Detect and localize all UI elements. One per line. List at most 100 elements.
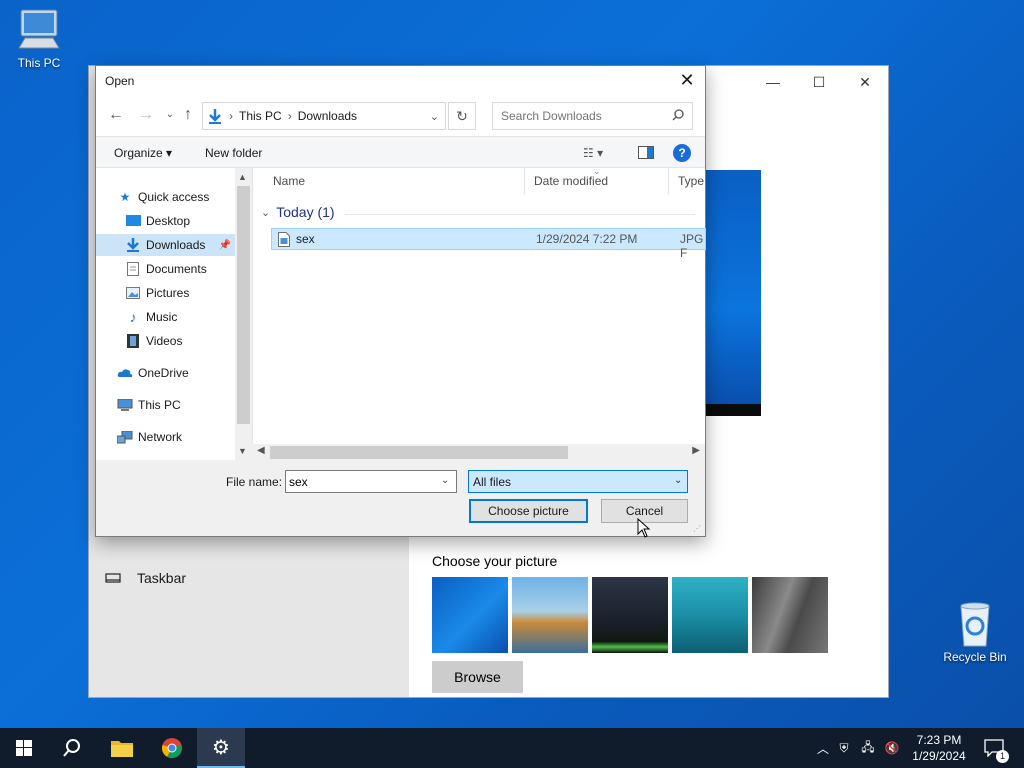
open-file-dialog: Open ✕ ← → ⌄ ↑ › This PC › Downloads ⌄ ↻… (95, 65, 706, 538)
start-button[interactable] (0, 728, 48, 768)
settings-title-buttons: — ☐ ✕ (750, 66, 888, 98)
scrollbar-thumb[interactable] (237, 186, 250, 424)
recycle-bin-icon (960, 602, 990, 647)
security-alert-icon[interactable]: ⛨ (832, 741, 856, 756)
windows-logo-icon (16, 740, 32, 756)
navigation-bar: ← → ⌄ ↑ › This PC › Downloads ⌄ ↻ (96, 96, 705, 136)
sidebar-item-label: Pictures (146, 286, 190, 300)
thumbnail-beach-rocks[interactable] (512, 577, 588, 653)
column-header-name[interactable]: Name (273, 174, 305, 188)
chevron-down-icon[interactable]: ⌄ (441, 475, 449, 486)
download-icon (209, 109, 221, 124)
organize-button[interactable]: Organize ▾ (114, 146, 172, 160)
sidebar-item-label: Videos (146, 334, 183, 348)
sidebar-item-downloads[interactable]: Downloads 📌 (96, 234, 235, 256)
volume-muted-icon[interactable]: 🔇 (880, 741, 904, 755)
breadcrumb-this-pc[interactable]: This PC (239, 109, 282, 123)
download-icon (124, 238, 142, 252)
gear-icon: ⚙ (212, 736, 230, 759)
recycle-bin-label: Recycle Bin (943, 650, 1007, 664)
computer-icon (116, 398, 134, 412)
scroll-down-icon[interactable]: ▼ (238, 446, 247, 456)
group-divider (345, 214, 695, 215)
scrollbar-thumb[interactable] (270, 446, 568, 459)
show-hidden-icons-chevron-icon[interactable]: ︿ (814, 740, 832, 757)
notification-count-badge: 1 (996, 750, 1009, 763)
network-icon[interactable]: 🖧 (856, 738, 880, 759)
view-options-icon[interactable]: ☷ ▾ (583, 146, 603, 160)
folder-icon (111, 741, 133, 757)
close-icon[interactable]: ✕ (677, 70, 697, 91)
dialog-titlebar: Open ✕ (96, 66, 705, 96)
search-button[interactable] (48, 728, 96, 768)
preview-pane-icon[interactable] (638, 146, 654, 159)
star-icon: ★ (119, 190, 131, 204)
column-header-type[interactable]: Type (678, 174, 704, 188)
address-dropdown-chevron-icon[interactable]: ⌄ (430, 110, 439, 123)
search-icon (672, 109, 684, 121)
chevron-down-icon[interactable]: ⌄ (674, 475, 682, 486)
network-icon (116, 430, 134, 444)
forward-arrow-icon[interactable]: → (136, 106, 156, 124)
scroll-up-icon[interactable]: ▲ (238, 172, 247, 182)
column-divider (524, 168, 525, 194)
thumbnail-night-tent[interactable] (592, 577, 668, 653)
chrome-button[interactable] (148, 728, 196, 768)
taskbar-icon (105, 573, 121, 583)
file-name-label: File name: (226, 475, 283, 489)
navigation-pane-scrollbar[interactable]: ▲ ▼ (235, 168, 252, 460)
maximize-icon[interactable]: ☐ (796, 66, 842, 98)
sidebar-item-label: Downloads (146, 238, 206, 252)
browse-button[interactable]: Browse (432, 661, 523, 693)
sort-chevron-icon: ⌄ (593, 166, 601, 176)
recent-locations-chevron-icon[interactable]: ⌄ (160, 109, 180, 120)
resize-grip-icon[interactable]: ⋰ (693, 524, 701, 533)
sidebar-item-label: Documents (146, 262, 207, 276)
choose-picture-heading: Choose your picture (432, 553, 558, 569)
scroll-right-icon[interactable]: ▶ (692, 445, 700, 456)
recycle-bin-desktop-icon[interactable]: Recycle Bin (940, 600, 1010, 664)
breadcrumb-downloads[interactable]: Downloads (298, 109, 357, 123)
group-header-today[interactable]: ⌄ Today (1) (261, 204, 335, 220)
address-bar[interactable]: › This PC › Downloads ⌄ (202, 102, 446, 130)
file-pane-scrollbar[interactable]: ◀ ▶ (252, 444, 705, 461)
file-row[interactable]: sex 1/29/2024 7:22 PM JPG F (271, 228, 706, 260)
mouse-cursor-icon (637, 518, 651, 538)
scroll-left-icon[interactable]: ◀ (257, 445, 265, 456)
file-type: JPG F (680, 232, 704, 260)
file-explorer-button[interactable] (98, 728, 146, 768)
sidebar-item-label: Network (138, 430, 183, 444)
system-tray: ︿ ⛨ 🖧 🔇 (814, 728, 904, 768)
this-pc-label: This PC (17, 56, 61, 70)
system-clock[interactable]: 7:23 PM 1/29/2024 (904, 732, 974, 764)
picture-icon (124, 287, 142, 299)
file-type-filter[interactable]: All files (468, 470, 688, 493)
refresh-icon[interactable]: ↻ (448, 102, 476, 130)
this-pc-desktop-icon[interactable]: This PC (4, 8, 74, 70)
search-icon (63, 739, 80, 757)
sidebar-item-taskbar[interactable]: Taskbar (105, 570, 186, 586)
search-input[interactable] (492, 102, 693, 130)
choose-picture-button[interactable]: Choose picture (469, 499, 588, 523)
thumbnail-underwater-swimmer[interactable] (672, 577, 748, 653)
chevron-down-icon: ⌄ (261, 206, 271, 219)
settings-taskbar-button[interactable]: ⚙ (197, 728, 245, 768)
notification-center-button[interactable]: 1 (982, 728, 1009, 768)
help-icon[interactable]: ? (673, 144, 691, 162)
sidebar-item-label: OneDrive (138, 366, 189, 380)
cloud-icon (116, 368, 134, 378)
video-icon (124, 334, 142, 348)
up-arrow-icon[interactable]: ↑ (178, 106, 198, 124)
dialog-title: Open (105, 74, 135, 88)
sidebar-item-label: This PC (138, 398, 181, 412)
thumbnail-windows-hero[interactable] (432, 577, 508, 653)
thumbnail-rock-cliff[interactable] (752, 577, 828, 653)
back-arrow-icon[interactable]: ← (106, 106, 126, 124)
file-list-pane: Name Date modified ⌄ Type ⌄ Today (1) se… (252, 166, 706, 460)
close-icon[interactable]: ✕ (842, 66, 888, 98)
minimize-icon[interactable]: — (750, 66, 796, 98)
new-folder-button[interactable]: New folder (205, 146, 262, 160)
file-name-input[interactable] (285, 470, 457, 493)
clock-time: 7:23 PM (916, 733, 962, 747)
command-bar: Organize ▾ New folder ☷ ▾ ? (96, 136, 705, 168)
